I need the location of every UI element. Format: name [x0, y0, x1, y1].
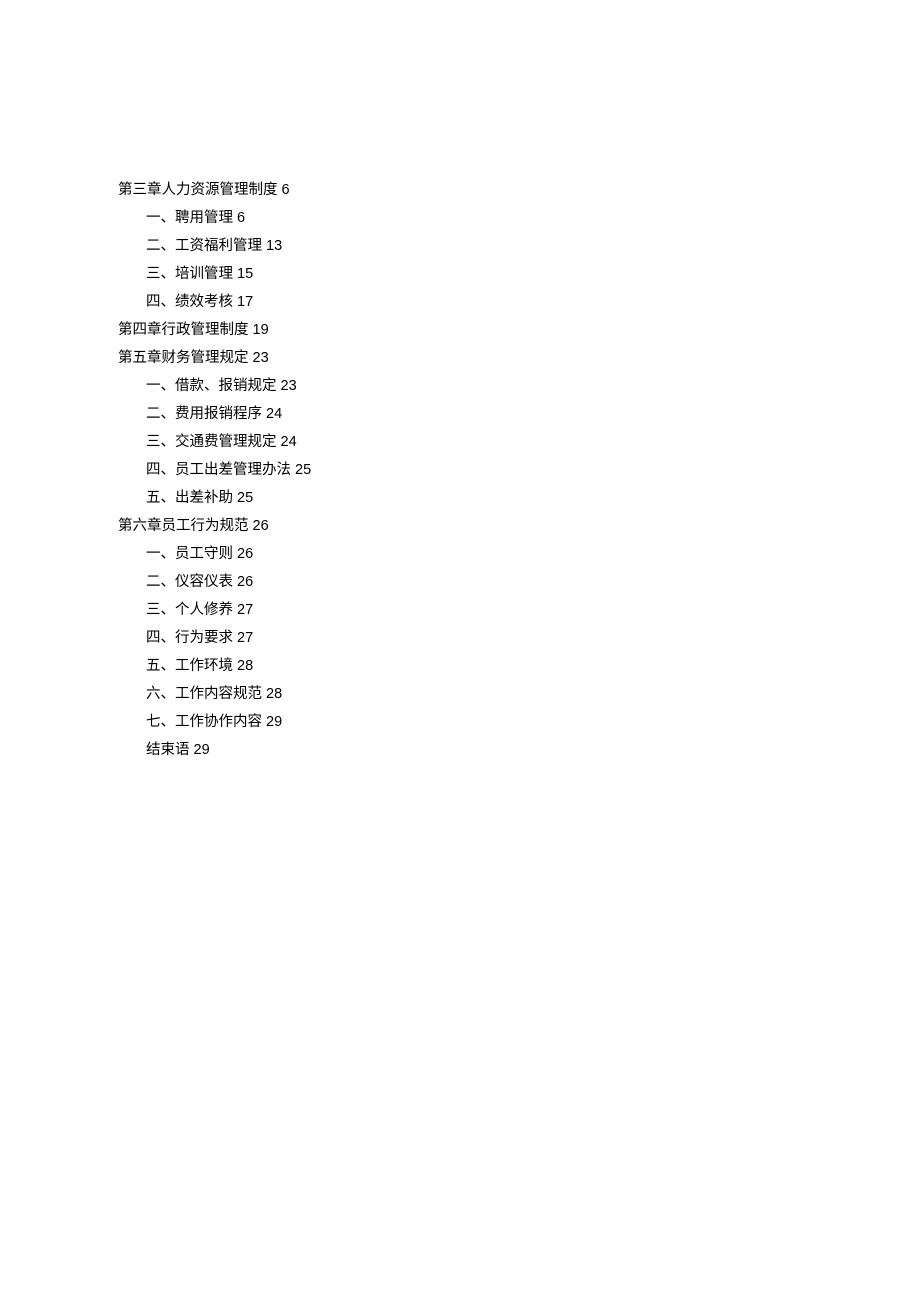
- toc-page-number: 26: [253, 518, 269, 534]
- toc-entry: 三、交通费管理规定24: [146, 428, 920, 456]
- toc-page-number: 23: [281, 378, 297, 394]
- toc-label: 二、费用报销程序: [146, 406, 262, 422]
- toc-page-number: 25: [237, 490, 253, 506]
- table-of-contents: 第三章人力资源管理制度6一、聘用管理6二、工资福利管理13三、培训管理15四、绩…: [118, 176, 920, 764]
- toc-label: 四、行为要求: [146, 630, 233, 646]
- toc-entry: 第三章人力资源管理制度6: [118, 176, 920, 204]
- toc-page-number: 26: [237, 546, 253, 562]
- toc-entry: 一、员工守则26: [146, 540, 920, 568]
- toc-label: 一、员工守则: [146, 546, 233, 562]
- toc-label: 三、个人修养: [146, 602, 233, 618]
- toc-page-number: 28: [237, 658, 253, 674]
- toc-page-number: 26: [237, 574, 253, 590]
- toc-entry: 四、员工出差管理办法25: [146, 456, 920, 484]
- toc-page-number: 17: [237, 294, 253, 310]
- toc-label: 六、工作内容规范: [146, 686, 262, 702]
- toc-entry: 第四章行政管理制度19: [118, 316, 920, 344]
- toc-page-number: 19: [253, 322, 269, 338]
- toc-label: 四、员工出差管理办法: [146, 462, 291, 478]
- toc-page-number: 24: [266, 406, 282, 422]
- toc-label: 第六章员工行为规范: [118, 518, 249, 534]
- toc-page-number: 13: [266, 238, 282, 254]
- toc-entry: 四、行为要求27: [146, 624, 920, 652]
- toc-page-number: 28: [266, 686, 282, 702]
- toc-entry: 五、出差补助25: [146, 484, 920, 512]
- toc-label: 七、工作协作内容: [146, 714, 262, 730]
- toc-entry: 二、工资福利管理13: [146, 232, 920, 260]
- toc-page-number: 6: [237, 210, 245, 226]
- toc-page-number: 27: [237, 630, 253, 646]
- toc-label: 二、仪容仪表: [146, 574, 233, 590]
- toc-label: 结束语: [146, 742, 190, 758]
- toc-page-number: 29: [194, 742, 210, 758]
- toc-label: 四、绩效考核: [146, 294, 233, 310]
- toc-label: 一、借款、报销规定: [146, 378, 277, 394]
- toc-label: 第三章人力资源管理制度: [118, 182, 278, 198]
- toc-entry: 一、借款、报销规定23: [146, 372, 920, 400]
- toc-page-number: 24: [281, 434, 297, 450]
- toc-page-number: 27: [237, 602, 253, 618]
- toc-entry: 五、工作环境28: [146, 652, 920, 680]
- toc-entry: 七、工作协作内容29: [146, 708, 920, 736]
- toc-page-number: 29: [266, 714, 282, 730]
- toc-entry: 二、仪容仪表26: [146, 568, 920, 596]
- toc-entry: 四、绩效考核17: [146, 288, 920, 316]
- toc-page-number: 25: [295, 462, 311, 478]
- toc-label: 五、出差补助: [146, 490, 233, 506]
- toc-label: 第五章财务管理规定: [118, 350, 249, 366]
- toc-label: 第四章行政管理制度: [118, 322, 249, 338]
- toc-page-number: 23: [253, 350, 269, 366]
- toc-entry: 一、聘用管理6: [146, 204, 920, 232]
- toc-label: 三、培训管理: [146, 266, 233, 282]
- toc-label: 三、交通费管理规定: [146, 434, 277, 450]
- toc-label: 二、工资福利管理: [146, 238, 262, 254]
- toc-entry: 三、培训管理15: [146, 260, 920, 288]
- toc-label: 五、工作环境: [146, 658, 233, 674]
- toc-entry: 结束语29: [146, 736, 920, 764]
- toc-entry: 六、工作内容规范28: [146, 680, 920, 708]
- toc-page-number: 15: [237, 266, 253, 282]
- toc-entry: 第六章员工行为规范26: [118, 512, 920, 540]
- toc-label: 一、聘用管理: [146, 210, 233, 226]
- toc-entry: 三、个人修养27: [146, 596, 920, 624]
- toc-entry: 二、费用报销程序24: [146, 400, 920, 428]
- toc-entry: 第五章财务管理规定23: [118, 344, 920, 372]
- toc-page-number: 6: [282, 182, 290, 198]
